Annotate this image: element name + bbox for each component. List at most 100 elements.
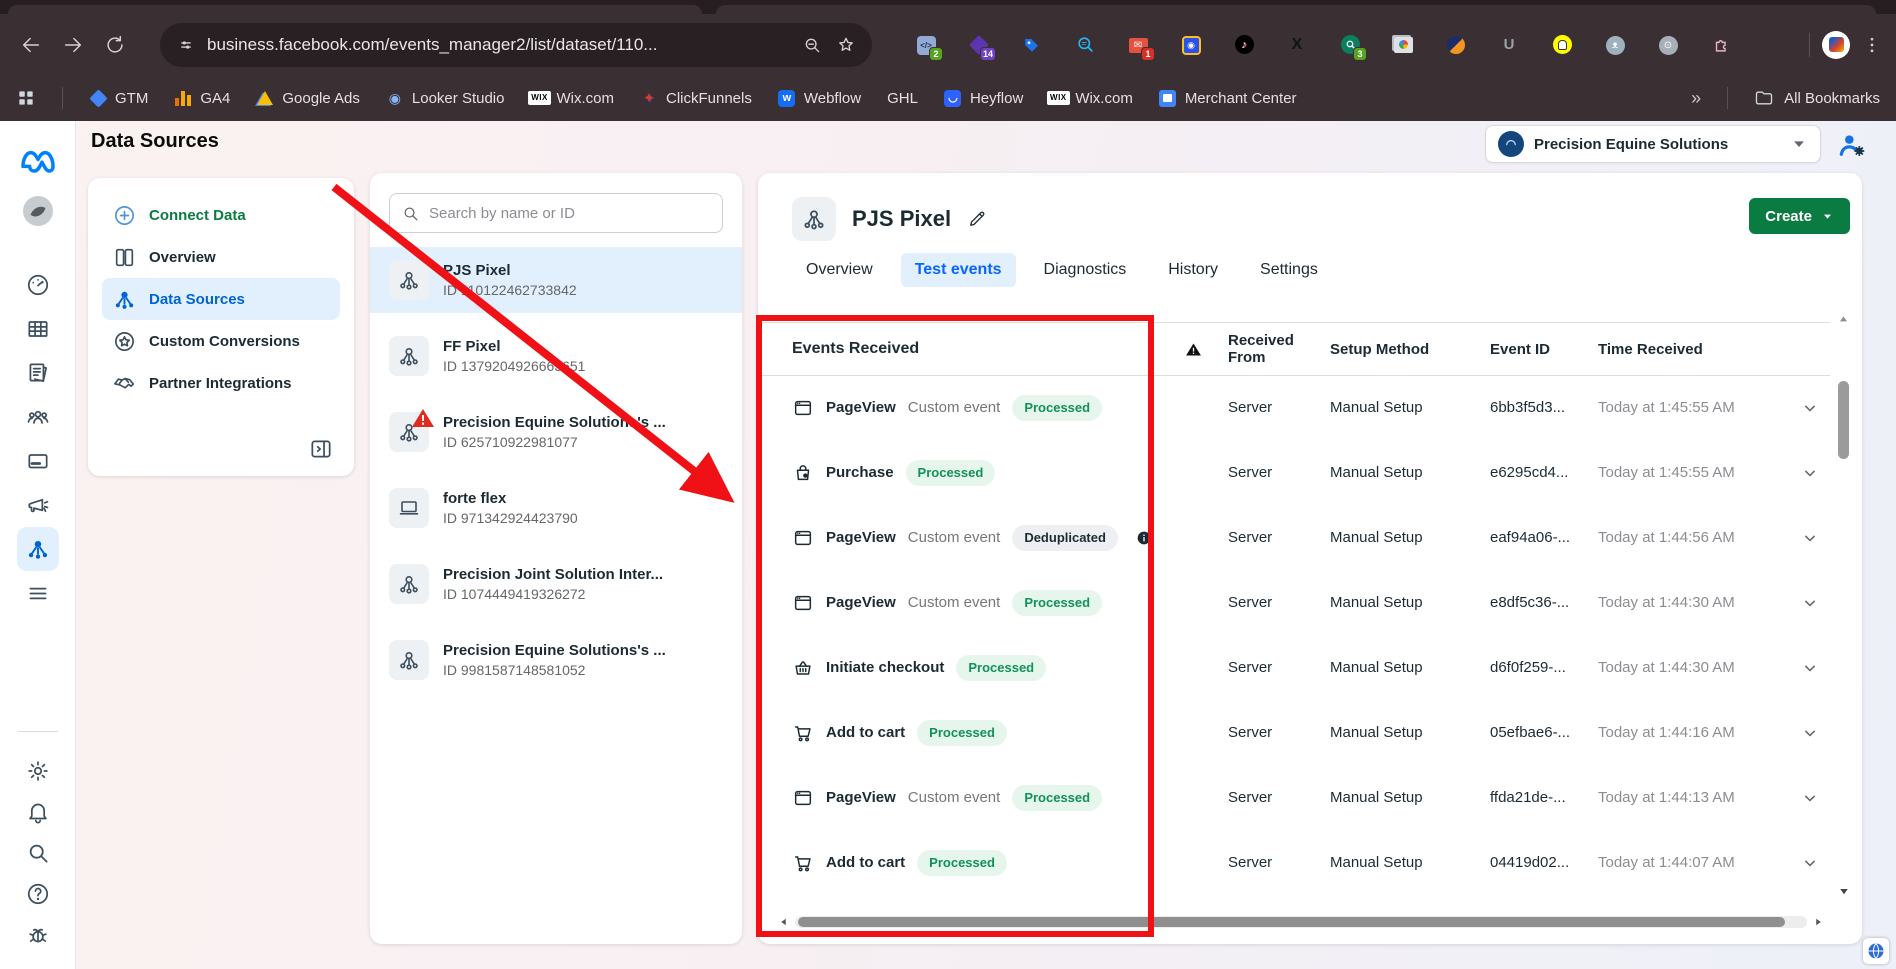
pixel-search[interactable] xyxy=(389,193,723,233)
rail-item[interactable] xyxy=(17,750,59,791)
rail-item[interactable] xyxy=(17,873,59,914)
event-row[interactable]: Initiate checkout Processed Server Manua… xyxy=(758,635,1830,700)
site-controls-icon[interactable] xyxy=(176,35,196,55)
extension-button[interactable]: 14 xyxy=(969,35,989,55)
nav-item[interactable]: Partner Integrations xyxy=(102,362,340,404)
rail-item[interactable] xyxy=(17,307,59,351)
pixel-list-item[interactable]: Precision Joint Solution Inter... ID 107… xyxy=(370,551,742,617)
all-bookmarks-button[interactable]: All Bookmarks xyxy=(1754,88,1880,108)
expand-row-chevron[interactable] xyxy=(1800,398,1820,418)
rail-item[interactable] xyxy=(17,914,59,955)
zoom-icon[interactable] xyxy=(802,35,822,55)
url-text[interactable]: business.facebook.com/events_manager2/li… xyxy=(207,35,791,55)
nav-item[interactable]: Custom Conversions xyxy=(102,320,340,362)
bookmark-item[interactable]: WIX Wix.com xyxy=(530,89,614,107)
event-row[interactable]: Purchase Processed Server Manual Setup e… xyxy=(758,440,1830,505)
reload-button[interactable] xyxy=(98,28,132,62)
pixel-list-item[interactable]: FF Pixel ID 1379204926663651 xyxy=(370,323,742,389)
bookmark-item[interactable]: w Webflow xyxy=(778,89,861,107)
bookmark-item[interactable]: Merchant Center xyxy=(1159,89,1297,107)
browser-tab[interactable] xyxy=(8,5,702,14)
browser-menu-icon[interactable] xyxy=(1862,35,1882,55)
rail-item[interactable] xyxy=(17,351,59,395)
scroll-left-icon[interactable] xyxy=(778,916,790,928)
browser-tab[interactable] xyxy=(716,5,1876,14)
nav-item[interactable]: Data Sources xyxy=(102,278,340,320)
pixel-list-item[interactable]: PJS Pixel ID 110122462733842 xyxy=(370,247,742,313)
apps-grid-icon[interactable] xyxy=(16,88,36,108)
bookmark-item[interactable]: Google Ads xyxy=(256,89,360,107)
bookmark-item[interactable]: GHL xyxy=(887,90,918,107)
tab[interactable]: Overview xyxy=(792,253,887,287)
bookmark-item[interactable]: ◡ Heyflow xyxy=(944,89,1023,107)
extension-button[interactable]: ◉ xyxy=(1181,35,1201,55)
rail-item[interactable] xyxy=(17,439,59,483)
expand-row-chevron[interactable] xyxy=(1800,853,1820,873)
info-icon[interactable] xyxy=(1136,530,1152,546)
rail-item[interactable] xyxy=(17,791,59,832)
admin-settings-icon[interactable] xyxy=(1836,129,1868,161)
extension-button[interactable]: ᴥ xyxy=(1605,35,1625,55)
horizontal-scroll-thumb[interactable] xyxy=(798,917,1785,927)
scroll-up-icon[interactable] xyxy=(1837,313,1850,326)
tab[interactable]: History xyxy=(1154,253,1232,287)
bookmark-item[interactable]: WIX Wix.com xyxy=(1049,89,1133,107)
horizontal-scroll-track[interactable] xyxy=(795,916,1807,928)
pixel-list-item[interactable]: Precision Equine Solutions's ... ID 6257… xyxy=(370,399,742,465)
expand-row-chevron[interactable] xyxy=(1800,658,1820,678)
browser-profile-avatar[interactable] xyxy=(1822,31,1850,59)
create-button[interactable]: Create xyxy=(1749,198,1850,234)
rail-item[interactable] xyxy=(17,263,59,307)
address-bar[interactable]: business.facebook.com/events_manager2/li… xyxy=(160,23,872,67)
forward-button[interactable] xyxy=(56,28,90,62)
business-selector[interactable]: ◠ Precision Equine Solutions xyxy=(1485,125,1821,163)
extension-button[interactable]: 3 xyxy=(1340,35,1360,55)
vertical-scroll-thumb[interactable] xyxy=(1838,381,1849,459)
event-row[interactable]: PageView Custom event Processed Server M… xyxy=(758,765,1830,830)
bookmark-item[interactable]: GTM xyxy=(89,89,148,107)
extension-button[interactable] xyxy=(1552,35,1572,55)
extension-button[interactable]: ✉ 1 xyxy=(1128,35,1148,55)
search-input[interactable] xyxy=(429,205,711,222)
expand-row-chevron[interactable] xyxy=(1800,788,1820,808)
extension-button[interactable] xyxy=(1075,35,1095,55)
rail-item[interactable] xyxy=(17,395,59,439)
vertical-scrollbar[interactable] xyxy=(1837,313,1850,898)
event-row[interactable]: PageView Custom event Processed Server M… xyxy=(758,570,1830,635)
meta-logo[interactable] xyxy=(18,141,58,181)
rail-item[interactable] xyxy=(17,527,59,571)
bookmarks-overflow-chevron[interactable]: » xyxy=(1691,88,1701,109)
scroll-down-icon[interactable] xyxy=(1837,884,1851,898)
extension-button[interactable]: ⊙ xyxy=(1658,35,1678,55)
extension-button[interactable] xyxy=(1711,35,1731,55)
expand-row-chevron[interactable] xyxy=(1800,528,1820,548)
extension-button[interactable] xyxy=(1446,35,1466,55)
back-button[interactable] xyxy=(14,28,48,62)
collapse-panel-icon[interactable] xyxy=(308,436,334,462)
extension-button[interactable] xyxy=(1022,35,1042,55)
extension-button[interactable]: ♪ xyxy=(1234,35,1254,55)
rail-item[interactable] xyxy=(17,571,59,615)
expand-row-chevron[interactable] xyxy=(1800,723,1820,743)
tab[interactable]: Diagnostics xyxy=(1030,253,1141,287)
tab[interactable]: Settings xyxy=(1246,253,1332,287)
expand-row-chevron[interactable] xyxy=(1800,593,1820,613)
pixel-list-item[interactable]: forte flex ID 971342924423790 xyxy=(370,475,742,541)
bookmark-star-icon[interactable] xyxy=(836,35,856,55)
scroll-right-icon[interactable] xyxy=(1812,916,1824,928)
event-row[interactable]: Add to cart Processed Server Manual Setu… xyxy=(758,700,1830,765)
nav-item[interactable]: Connect Data xyxy=(102,194,340,236)
extension-button[interactable]: X xyxy=(1287,35,1307,55)
rail-item[interactable] xyxy=(17,832,59,873)
bookmark-item[interactable]: GA4 xyxy=(174,89,230,107)
tab[interactable]: Test events xyxy=(901,253,1016,287)
event-row[interactable]: PageView Custom event Processed Server M… xyxy=(758,375,1830,440)
horizontal-scrollbar[interactable] xyxy=(778,915,1824,928)
extension-button[interactable] xyxy=(1393,35,1413,55)
extension-button[interactable]: U xyxy=(1499,35,1519,55)
bookmark-item[interactable]: ◉ Looker Studio xyxy=(386,89,505,107)
event-row[interactable]: Add to cart Processed Server Manual Setu… xyxy=(758,830,1830,895)
nav-item[interactable]: Overview xyxy=(102,236,340,278)
edit-pencil-icon[interactable] xyxy=(967,209,987,229)
bookmark-item[interactable]: ✦ ClickFunnels xyxy=(640,89,752,107)
